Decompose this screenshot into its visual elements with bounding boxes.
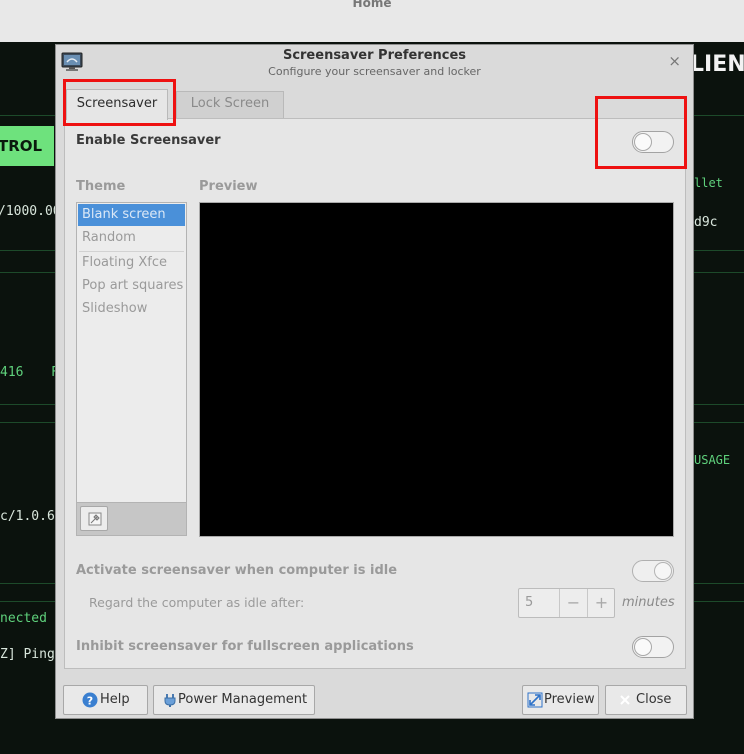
background-window-title: Home: [352, 0, 392, 10]
enable-screensaver-label: Enable Screensaver: [76, 133, 221, 148]
preview-button[interactable]: Preview: [522, 685, 599, 715]
preview-label: Preview: [544, 692, 595, 707]
power-management-label: Power Management: [178, 692, 308, 707]
bg-divider: [0, 422, 55, 423]
theme-item-random[interactable]: Random: [78, 227, 185, 249]
bg-divider: [0, 115, 55, 116]
power-management-button[interactable]: Power Management: [153, 685, 315, 715]
bg-version: c/1.0.6: [0, 509, 55, 524]
increment-button[interactable]: +: [587, 589, 615, 617]
bg-divider: [0, 250, 55, 251]
theme-item-blank-screen[interactable]: Blank screen: [78, 204, 185, 226]
background-topbar: Home: [0, 0, 744, 42]
theme-item-slideshow[interactable]: Slideshow: [78, 298, 185, 320]
bg-control-badge: TROL: [0, 126, 54, 166]
help-icon: ?: [82, 692, 98, 708]
switch-knob: [634, 638, 652, 656]
bg-divider: [0, 583, 55, 584]
bg-divider: [694, 601, 744, 602]
close-label: Close: [636, 692, 672, 707]
help-label: Help: [100, 692, 130, 707]
theme-header: Theme: [76, 179, 126, 194]
bg-client-header: LIEN: [690, 52, 744, 77]
highlight-enable-switch: [595, 96, 687, 169]
switch-knob: [654, 562, 672, 580]
screensaver-preview: [199, 202, 674, 537]
bg-hash: d9c: [694, 215, 718, 230]
fullscreen-icon: [527, 692, 543, 708]
activate-idle-switch[interactable]: [632, 560, 674, 582]
theme-item-floating-xfce[interactable]: Floating Xfce: [78, 252, 185, 274]
help-button[interactable]: ? Help: [63, 685, 148, 715]
preview-header: Preview: [199, 179, 258, 194]
inhibit-fullscreen-label: Inhibit screensaver for fullscreen appli…: [76, 639, 414, 654]
dialog-titlebar[interactable]: Screensaver Preferences Configure your s…: [56, 45, 693, 81]
close-x-icon: [618, 693, 634, 709]
configure-theme-button[interactable]: [80, 506, 108, 531]
theme-item-pop-art-squares[interactable]: Pop art squares: [78, 275, 185, 297]
decrement-button[interactable]: −: [559, 589, 587, 617]
bg-divider: [694, 115, 744, 116]
bg-divider: [694, 272, 744, 273]
bg-divider: [694, 404, 744, 405]
idle-after-label: Regard the computer as idle after:: [89, 595, 305, 610]
bg-divider: [694, 583, 744, 584]
svg-text:?: ?: [87, 695, 93, 708]
bg-divider: [694, 422, 744, 423]
close-button[interactable]: Close: [605, 685, 687, 715]
bg-divider: [0, 272, 55, 273]
idle-minutes-value[interactable]: 5: [525, 595, 533, 610]
idle-unit-label: minutes: [622, 595, 675, 610]
bg-wallet: llet: [694, 176, 723, 190]
bg-divider: [0, 404, 55, 405]
power-plug-icon: [162, 692, 178, 708]
theme-list[interactable]: Blank screen Random Floating Xfce Pop ar…: [76, 202, 187, 503]
bg-number: 416: [0, 365, 24, 380]
dialog-title: Screensaver Preferences: [282, 48, 467, 63]
activate-idle-label: Activate screensaver when computer is id…: [76, 563, 398, 578]
bg-usage: USAGE: [694, 453, 731, 467]
highlight-tab-screensaver: [63, 79, 176, 126]
bg-divider: [694, 250, 744, 251]
inhibit-fullscreen-switch[interactable]: [632, 636, 674, 658]
bg-value: /1000.00: [0, 204, 61, 219]
close-icon[interactable]: ×: [668, 54, 681, 69]
dialog-subtitle: Configure your screensaver and locker: [268, 65, 481, 78]
bg-control-label: TROL: [0, 137, 43, 155]
tab-lock-screen[interactable]: Lock Screen: [176, 91, 284, 118]
idle-minutes-spinner[interactable]: 5 − +: [518, 588, 615, 618]
bg-connected: nected t: [0, 611, 63, 626]
theme-list-toolbar: [76, 503, 187, 536]
settings-icon: [87, 511, 103, 531]
bg-divider: [0, 601, 55, 602]
